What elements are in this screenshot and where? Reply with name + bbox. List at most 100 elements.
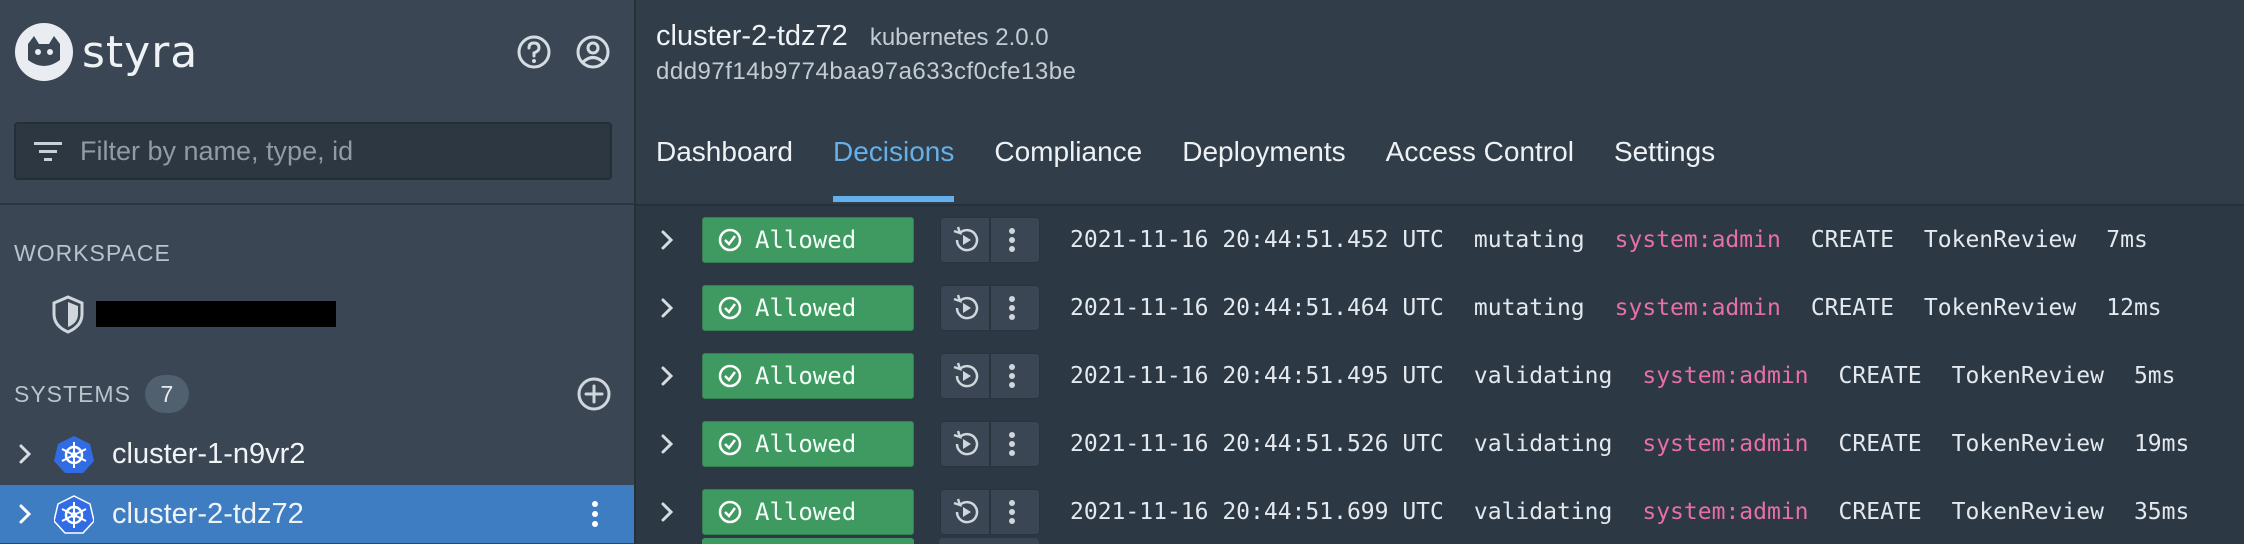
tab-decisions[interactable]: Decisions (832, 132, 955, 204)
tab-access-control[interactable]: Access Control (1386, 132, 1574, 204)
actions-divider (989, 217, 991, 263)
cluster-title-line: cluster-2-tdz72 kubernetes 2.0.0 (656, 20, 1049, 53)
check-circle-icon (718, 364, 742, 388)
shield-icon (52, 295, 84, 334)
filter-field[interactable] (14, 122, 612, 180)
decision-row[interactable]: Allowed 2021-11-16 20:44:51.526 UTC vali… (636, 410, 2244, 478)
styra-logo-icon (15, 23, 73, 81)
status-label: Allowed (755, 226, 857, 254)
decision-timestamp: 2021-11-16 20:44:51.699 UTC (1070, 499, 1444, 525)
actions-divider (989, 353, 991, 399)
decision-resource: TokenReview (1951, 499, 2104, 525)
check-circle-icon (718, 500, 742, 524)
decision-user: system:admin (1642, 499, 1809, 525)
decision-operation: CREATE (1810, 227, 1894, 253)
more-vertical-icon[interactable] (997, 495, 1027, 529)
more-vertical-icon[interactable] (997, 427, 1027, 461)
decision-row[interactable]: Allowed 2021-11-16 20:44:51.495 UTC vali… (636, 342, 2244, 410)
replay-icon[interactable] (949, 223, 983, 257)
decision-kind: validating (1473, 363, 1613, 389)
decisions-list: Allowed 2021-11-16 20:44:51.452 UTC muta… (636, 204, 2244, 544)
replay-icon[interactable] (949, 359, 983, 393)
tab-compliance[interactable]: Compliance (994, 132, 1142, 204)
decision-resource: TokenReview (1951, 431, 2104, 457)
expand-chevron-icon[interactable] (656, 229, 678, 251)
row-actions (940, 285, 1040, 331)
more-vertical-icon[interactable] (997, 291, 1027, 325)
chevron-right-icon[interactable] (14, 503, 36, 525)
decision-latency: 12ms (2106, 295, 2162, 321)
status-badge: Allowed (702, 217, 914, 263)
status-badge: Allowed (702, 421, 914, 467)
system-header: cluster-2-tdz72 kubernetes 2.0.0 ddd97f1… (636, 0, 2244, 206)
system-item-cluster-1[interactable]: cluster-1-n9vr2 (0, 425, 634, 483)
decision-latency: 35ms (2133, 499, 2190, 525)
expand-chevron-icon[interactable] (656, 433, 678, 455)
status-badge: Allowed (702, 489, 914, 535)
styra-logo[interactable]: styra (14, 20, 198, 84)
app-root: styra WORKSPACE (0, 0, 2244, 544)
account-icon[interactable] (573, 32, 613, 72)
workspace-item[interactable] (50, 292, 336, 336)
expand-chevron-icon[interactable] (656, 297, 678, 319)
replay-icon[interactable] (949, 495, 983, 529)
decision-kind: mutating (1473, 227, 1585, 253)
more-vertical-icon[interactable] (997, 223, 1027, 257)
chevron-right-icon[interactable] (14, 443, 36, 465)
kubernetes-icon (54, 495, 94, 534)
decision-latency: 5ms (2133, 363, 2176, 389)
replay-icon[interactable] (949, 291, 983, 325)
workspace-name-redacted (96, 301, 336, 327)
status-label: Allowed (755, 498, 857, 526)
system-label: cluster-2-tdz72 (112, 497, 304, 530)
workspace-title: WORKSPACE (14, 240, 171, 266)
decision-row[interactable]: Allowed 2021-11-16 20:44:51.452 UTC muta… (636, 206, 2244, 274)
tab-deployments[interactable]: Deployments (1182, 132, 1345, 204)
add-system-icon[interactable] (575, 375, 613, 413)
systems-title: SYSTEMS (14, 380, 131, 407)
cluster-id: ddd97f14b9774baa97a633cf0cfe13be (656, 58, 1077, 85)
kubernetes-icon (54, 436, 94, 473)
decision-resource: TokenReview (1923, 227, 2077, 253)
expand-chevron-icon[interactable] (656, 365, 678, 387)
cluster-version: kubernetes 2.0.0 (869, 24, 1049, 51)
decision-operation: CREATE (1838, 499, 1922, 525)
decision-timestamp: 2021-11-16 20:44:51.495 UTC (1070, 363, 1444, 389)
decision-latency: 19ms (2133, 431, 2190, 457)
help-icon[interactable] (514, 32, 554, 72)
status-label: Allowed (755, 294, 857, 322)
row-actions (940, 489, 1040, 535)
decision-user: system:admin (1642, 363, 1809, 389)
decision-user: system:admin (1642, 431, 1809, 457)
decision-row[interactable]: Allowed 2021-11-16 20:44:51.699 UTC vali… (636, 478, 2244, 544)
row-actions-partial (939, 538, 1039, 544)
row-actions (940, 353, 1040, 399)
status-label: Allowed (755, 362, 857, 390)
filter-input[interactable] (78, 134, 610, 168)
sidebar: styra WORKSPACE (0, 0, 636, 544)
actions-divider (989, 489, 991, 535)
actions-divider (989, 421, 991, 467)
status-badge: Allowed (702, 285, 914, 331)
system-label: cluster-1-n9vr2 (112, 437, 306, 470)
cluster-name: cluster-2-tdz72 (656, 20, 848, 52)
sidebar-divider (0, 203, 634, 205)
system-item-cluster-2[interactable]: cluster-2-tdz72 (0, 485, 634, 543)
decision-row[interactable]: Allowed 2021-11-16 20:44:51.464 UTC muta… (636, 274, 2244, 342)
expand-chevron-icon[interactable] (656, 501, 678, 523)
more-vertical-icon[interactable] (580, 497, 610, 531)
decision-resource: TokenReview (1923, 295, 2077, 321)
decision-timestamp: 2021-11-16 20:44:51.464 UTC (1070, 295, 1444, 321)
replay-icon[interactable] (949, 427, 983, 461)
tab-settings[interactable]: Settings (1614, 132, 1715, 204)
decision-operation: CREATE (1838, 431, 1922, 457)
status-badge-partial (702, 538, 914, 544)
row-actions (940, 217, 1040, 263)
systems-header: SYSTEMS 7 (14, 374, 189, 414)
tab-bar: Dashboard Decisions Compliance Deploymen… (656, 132, 1755, 204)
check-circle-icon (718, 228, 742, 252)
check-circle-icon (718, 432, 742, 456)
more-vertical-icon[interactable] (997, 359, 1027, 393)
decision-operation: CREATE (1838, 363, 1922, 389)
tab-dashboard[interactable]: Dashboard (656, 132, 793, 204)
